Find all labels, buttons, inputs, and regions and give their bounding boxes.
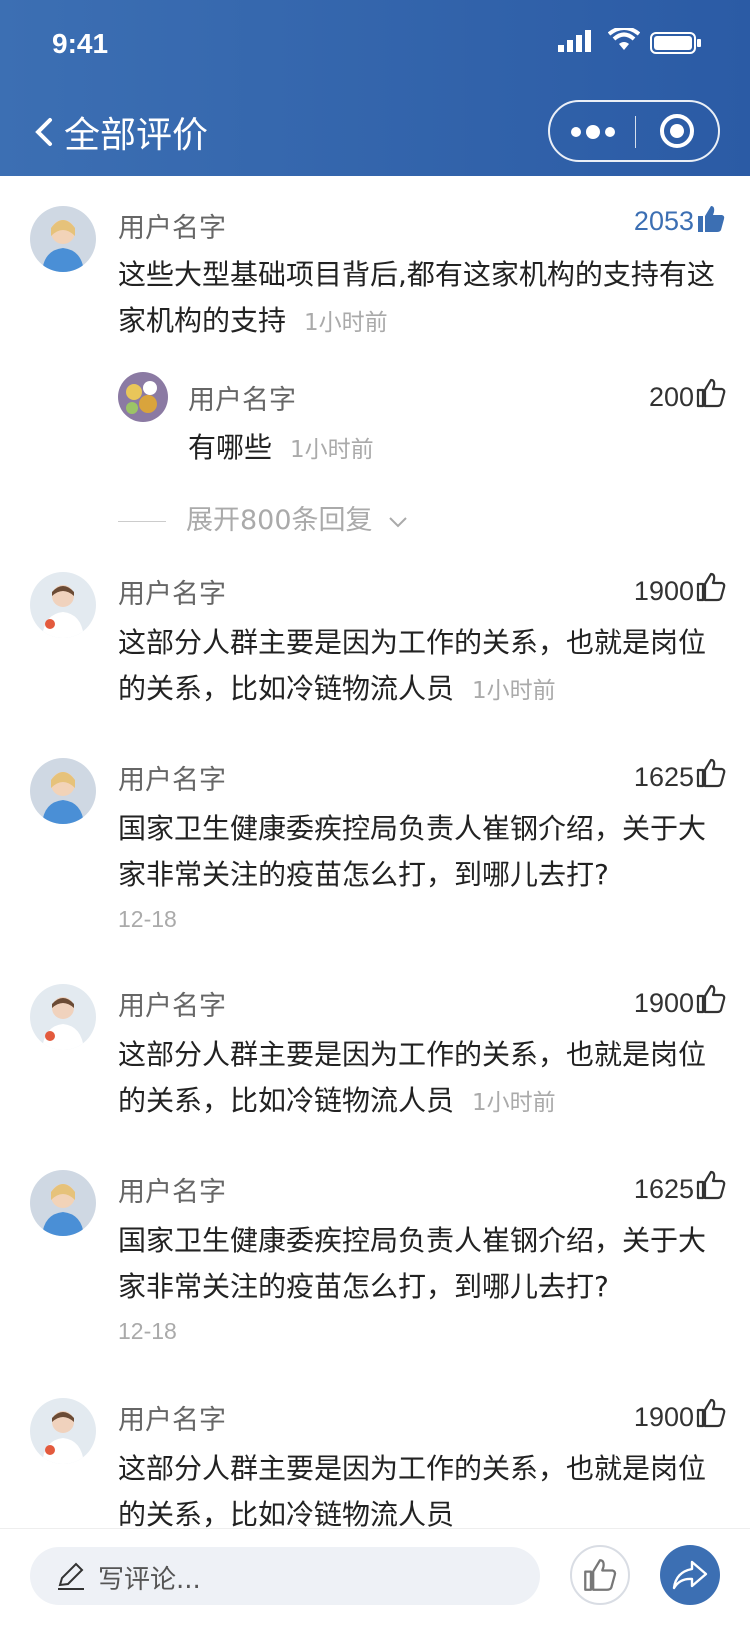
more-icon[interactable] (570, 118, 616, 146)
pencil-icon (58, 1562, 84, 1590)
comment-username[interactable]: 用户名字 (118, 206, 226, 245)
like-count: 1625 (633, 762, 694, 792)
expand-replies-link[interactable]: 展开800条回复 (118, 498, 409, 537)
like-count: 1900 (633, 988, 694, 1018)
avatar[interactable] (30, 758, 96, 824)
thumbs-up-icon[interactable] (696, 572, 726, 602)
close-miniprogram-icon[interactable] (658, 112, 696, 150)
comment-date: 12-18 (118, 1318, 177, 1344)
battery-icon (650, 32, 701, 54)
comment-date: 12-18 (118, 906, 177, 932)
like-count: 1900 (633, 1402, 694, 1432)
comment-time: 1小时前 (472, 1090, 556, 1116)
page-title: 全部评价 (64, 115, 209, 156)
thumbs-up-icon[interactable] (696, 1398, 726, 1428)
app-header: 9:41 全部评价 (0, 0, 750, 176)
comment-username[interactable]: 用户名字 (118, 572, 226, 611)
capsule-divider (635, 116, 636, 148)
thumbs-up-icon[interactable] (696, 1170, 726, 1200)
avatar[interactable] (30, 984, 96, 1050)
wifi-icon (608, 28, 640, 50)
avatar[interactable] (30, 1398, 96, 1464)
comment-input[interactable]: 写评论... (30, 1547, 540, 1605)
chevron-down-icon (389, 517, 407, 528)
signal-icon (558, 30, 591, 52)
reply-text: 有哪些 1小时前 (188, 431, 374, 464)
share-arrow-icon (672, 1560, 708, 1590)
thumbs-up-icon[interactable] (696, 758, 726, 788)
comment-text: 国家卫生健康委疾控局负责人崔钢介绍，关于大家非常关注的疫苗怎么打，到哪儿去打? (118, 812, 707, 891)
like-count: 1900 (633, 576, 694, 606)
reply-time: 1小时前 (290, 437, 374, 463)
comment-time: 1小时前 (304, 310, 388, 336)
reply-username[interactable]: 用户名字 (188, 378, 296, 417)
status-time: 9:41 (52, 28, 109, 59)
like-count: 1625 (633, 1174, 694, 1204)
comment-text: 这些大型基础项目背后,都有这家机构的支持有这家机构的支持 1小时前 (118, 258, 715, 337)
comment-text: 这部分人群主要是因为工作的关系，也就是岗位的关系，比如冷链物流人员 (118, 1452, 707, 1528)
avatar[interactable] (30, 572, 96, 638)
thumbs-up-filled-icon[interactable] (696, 204, 726, 234)
comment-time: 1小时前 (472, 678, 556, 704)
status-bar: 9:41 (0, 0, 750, 88)
comment-text: 这部分人群主要是因为工作的关系，也就是岗位的关系，比如冷链物流人员 1小时前 (118, 626, 707, 705)
comment-username[interactable]: 用户名字 (118, 1398, 226, 1437)
thumbs-up-icon (584, 1559, 617, 1591)
mini-program-capsule (548, 100, 720, 162)
expand-divider (118, 521, 166, 522)
avatar[interactable] (30, 1170, 96, 1236)
nav-bar: 全部评价 (0, 88, 750, 176)
comment-username[interactable]: 用户名字 (118, 758, 226, 797)
comment-text: 这部分人群主要是因为工作的关系，也就是岗位的关系，比如冷链物流人员 1小时前 (118, 1038, 707, 1117)
comment-input-bar: 写评论... (0, 1528, 750, 1625)
thumbs-up-icon[interactable] (696, 378, 726, 408)
reply-like-count: 200 (648, 382, 694, 412)
comment-input-placeholder: 写评论... (98, 1565, 201, 1595)
like-button[interactable] (570, 1545, 630, 1605)
comment-username[interactable]: 用户名字 (118, 1170, 226, 1209)
comment-text: 国家卫生健康委疾控局负责人崔钢介绍，关于大家非常关注的疫苗怎么打，到哪儿去打? (118, 1224, 707, 1303)
reply-avatar[interactable] (118, 372, 168, 422)
comment-username[interactable]: 用户名字 (118, 984, 226, 1023)
comment-list[interactable]: 用户名字 2053 这些大型基础项目背后,都有这家机构的支持有这家机构的支持 1小… (0, 176, 750, 1528)
thumbs-up-icon[interactable] (696, 984, 726, 1014)
avatar[interactable] (30, 206, 96, 272)
back-icon[interactable] (26, 108, 66, 156)
share-button[interactable] (660, 1545, 720, 1605)
like-count: 2053 (633, 206, 694, 236)
